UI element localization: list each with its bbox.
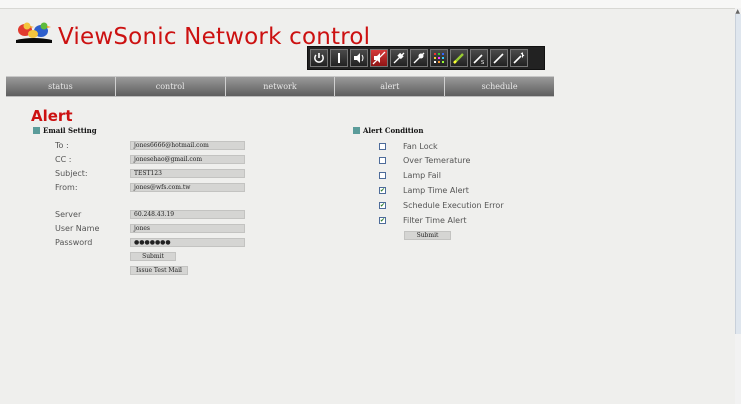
scrollbar-thumb[interactable]	[735, 14, 741, 334]
checkmark-icon: ✔	[379, 201, 386, 209]
svg-text:S: S	[481, 60, 484, 65]
pen-plus-icon[interactable]	[510, 49, 528, 67]
tab-status[interactable]: status	[6, 77, 116, 96]
color-grid-icon[interactable]	[430, 49, 448, 67]
page-title: Alert	[31, 107, 73, 125]
brush-icon[interactable]	[450, 49, 468, 67]
alert-condition-heading: Alert Condition	[353, 126, 423, 135]
to-field[interactable]: jones6666@hotmail.com	[130, 141, 245, 150]
power-icon[interactable]	[310, 49, 328, 67]
viewsonic-logo-icon	[16, 22, 52, 43]
server-field[interactable]: 60.248.43.19	[130, 210, 245, 219]
email-setting-heading: Email Setting	[33, 126, 97, 135]
password-field[interactable]: ●●●●●●●	[130, 238, 245, 247]
lamp-fail-label: Lamp Fail	[403, 171, 441, 180]
alert-condition-heading-text: Alert Condition	[363, 126, 424, 135]
over-temperature-label: Over Temerature	[403, 156, 471, 165]
projector-toolbar: S	[307, 46, 545, 70]
cc-label: CC :	[55, 155, 72, 164]
over-temperature-checkbox[interactable]	[379, 157, 386, 164]
username-label: User Name	[55, 224, 100, 233]
checkmark-icon: ✔	[379, 186, 386, 194]
schedule-execution-error-label: Schedule Execution Error	[403, 201, 504, 210]
lamp-time-alert-checkbox[interactable]: ✔	[379, 187, 386, 194]
subject-field[interactable]: TEST123	[130, 169, 245, 178]
from-label: From:	[55, 183, 78, 192]
lamp-icon[interactable]	[390, 49, 408, 67]
username-field[interactable]: jones	[130, 224, 245, 233]
cc-field[interactable]: jonesehao@gmail.com	[130, 155, 245, 164]
info-icon[interactable]	[330, 49, 348, 67]
top-border	[0, 0, 741, 9]
tab-alert[interactable]: alert	[335, 77, 446, 96]
fan-lock-label: Fan Lock	[403, 142, 438, 151]
volume-icon[interactable]	[350, 49, 368, 67]
email-setting-heading-text: Email Setting	[43, 126, 97, 135]
filter-time-alert-label: Filter Time Alert	[403, 216, 467, 225]
lamp-time-alert-label: Lamp Time Alert	[403, 186, 469, 195]
section-marker-icon	[33, 127, 40, 134]
mute-icon[interactable]	[370, 49, 388, 67]
nav-divider	[6, 96, 554, 97]
password-label: Password	[55, 238, 93, 247]
email-submit-button[interactable]: Submit	[130, 252, 176, 261]
tab-schedule[interactable]: schedule	[445, 77, 554, 96]
fan-lock-checkbox[interactable]	[379, 143, 386, 150]
section-marker-icon	[353, 127, 360, 134]
scroll-up-arrow-icon[interactable]: ▲	[735, 8, 740, 15]
checkmark-icon: ✔	[379, 216, 386, 224]
server-label: Server	[55, 210, 82, 219]
from-field[interactable]: jones@wfs.com.tw	[130, 183, 245, 192]
alert-submit-button[interactable]: Submit	[404, 231, 451, 240]
pen-s-icon[interactable]: S	[470, 49, 488, 67]
lamp-alt-icon[interactable]	[410, 49, 428, 67]
filter-time-alert-checkbox[interactable]: ✔	[379, 217, 386, 224]
issue-test-mail-button[interactable]: Issue Test Mail	[130, 266, 188, 275]
tab-network[interactable]: network	[226, 77, 336, 96]
subject-label: Subject:	[55, 169, 88, 178]
tab-control[interactable]: control	[116, 77, 226, 96]
schedule-execution-error-checkbox[interactable]: ✔	[379, 202, 386, 209]
to-label: To :	[55, 141, 69, 150]
lamp-fail-checkbox[interactable]	[379, 172, 386, 179]
pen-icon[interactable]	[490, 49, 508, 67]
main-nav: status control network alert schedule	[6, 76, 554, 97]
